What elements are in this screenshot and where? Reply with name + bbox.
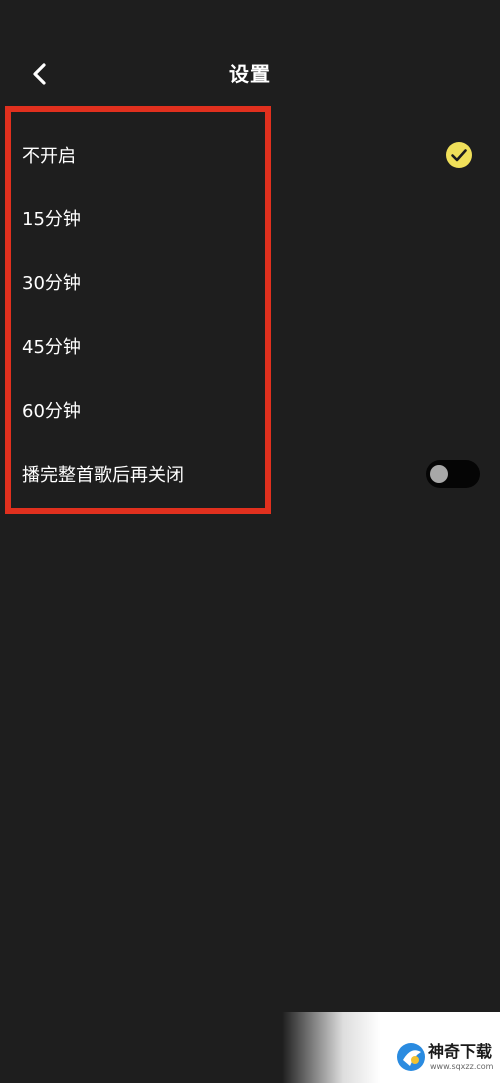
watermark-title: 神奇下载 [428,1042,493,1061]
toggle-knob [430,465,448,483]
header-bar: 设置 [0,0,500,100]
watermark: 神奇下载 www.sqxzz.com [282,1012,500,1083]
watermark-url: www.sqxzz.com [430,1062,494,1071]
play-to-end-toggle[interactable] [426,460,480,488]
highlight-annotation-frame [5,106,271,514]
watermark-logo-icon [397,1043,425,1071]
page-title: 设置 [229,62,271,86]
check-circle-icon [446,142,472,168]
